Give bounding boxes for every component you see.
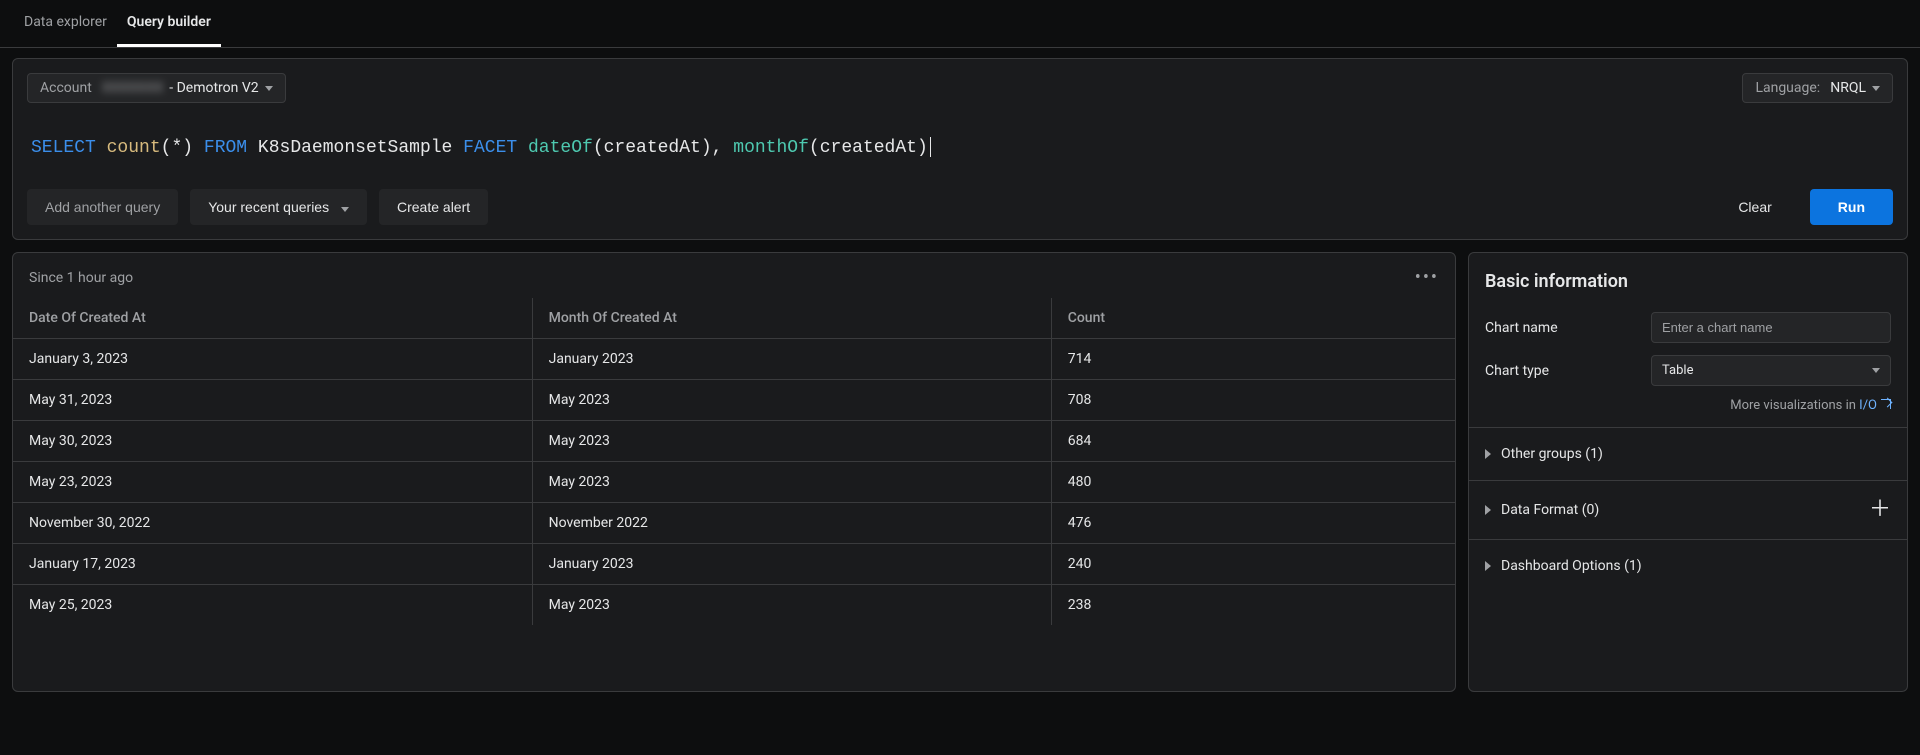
tab-data-explorer[interactable]: Data explorer: [14, 0, 117, 47]
text-cursor: [930, 137, 931, 157]
accordion-dashboard-options[interactable]: Dashboard Options (1): [1469, 540, 1907, 592]
chevron-down-icon: [1872, 86, 1880, 91]
chevron-right-icon: [1485, 505, 1491, 515]
col-month[interactable]: Month Of Created At: [532, 298, 1051, 339]
chart-name-label: Chart name: [1485, 320, 1558, 336]
account-label: Account: [40, 80, 92, 96]
language-label: Language:: [1755, 80, 1820, 96]
col-count[interactable]: Count: [1051, 298, 1455, 339]
accordion-data-format[interactable]: Data Format (0) ＋: [1469, 481, 1907, 539]
clear-button[interactable]: Clear: [1720, 189, 1789, 225]
language-value: NRQL: [1830, 80, 1866, 96]
top-tabs: Data explorer Query builder: [0, 0, 1920, 48]
chevron-down-icon: [265, 86, 273, 91]
language-selector[interactable]: Language: NRQL: [1742, 73, 1893, 103]
account-name: - Demotron V2: [169, 80, 258, 96]
chevron-right-icon: [1485, 449, 1491, 459]
query-editor[interactable]: SELECT count(*) FROM K8sDaemonsetSample …: [27, 119, 1893, 189]
external-link-icon: [1881, 399, 1891, 409]
accordion-other-groups[interactable]: Other groups (1): [1469, 428, 1907, 480]
table-row[interactable]: May 23, 2023May 2023480: [13, 462, 1455, 503]
table-row[interactable]: January 3, 2023January 2023714: [13, 339, 1455, 380]
table-row[interactable]: May 25, 2023May 2023238: [13, 585, 1455, 626]
table-row[interactable]: November 30, 2022November 2022476: [13, 503, 1455, 544]
chevron-down-icon: [341, 207, 349, 212]
more-menu-icon[interactable]: •••: [1415, 267, 1439, 288]
query-builder-panel: Account XXXXXXX - Demotron V2 Language: …: [12, 58, 1908, 240]
table-row[interactable]: May 30, 2023May 2023684: [13, 421, 1455, 462]
table-row[interactable]: May 31, 2023May 2023708: [13, 380, 1455, 421]
add-query-button[interactable]: Add another query: [27, 189, 178, 225]
config-panel: Basic information Chart name Chart type …: [1468, 252, 1908, 692]
chevron-right-icon: [1485, 561, 1491, 571]
account-id-masked: XXXXXXX: [102, 80, 163, 96]
recent-queries-button[interactable]: Your recent queries: [190, 189, 367, 225]
create-alert-button[interactable]: Create alert: [379, 189, 488, 225]
chart-type-label: Chart type: [1485, 363, 1549, 379]
plus-icon[interactable]: ＋: [1869, 499, 1891, 521]
chart-name-input[interactable]: [1651, 312, 1891, 343]
chevron-down-icon: [1872, 368, 1880, 373]
since-label: Since 1 hour ago: [29, 270, 133, 286]
col-date[interactable]: Date Of Created At: [13, 298, 532, 339]
table-row[interactable]: January 17, 2023January 2023240: [13, 544, 1455, 585]
chart-type-select[interactable]: Table: [1651, 355, 1891, 386]
results-panel: Since 1 hour ago ••• Date Of Created At …: [12, 252, 1456, 692]
results-table: Date Of Created At Month Of Created At C…: [13, 298, 1455, 625]
basic-info-title: Basic information: [1485, 271, 1891, 292]
account-selector[interactable]: Account XXXXXXX - Demotron V2: [27, 73, 286, 103]
run-button[interactable]: Run: [1810, 189, 1893, 225]
more-viz-note: More visualizations in I/O: [1469, 392, 1907, 427]
io-link[interactable]: I/O: [1859, 398, 1877, 413]
tab-query-builder[interactable]: Query builder: [117, 0, 221, 47]
